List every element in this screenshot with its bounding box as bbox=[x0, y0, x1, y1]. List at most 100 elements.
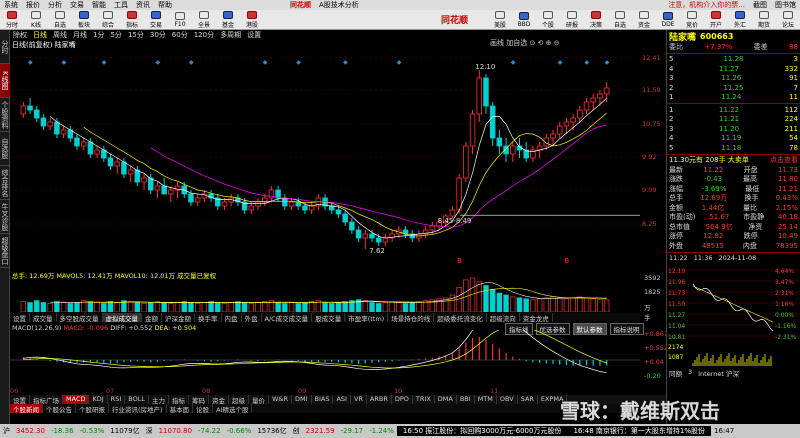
menu-item[interactable]: 工具 bbox=[110, 0, 132, 10]
toolbar-button[interactable]: 资金 bbox=[633, 10, 655, 29]
side-tab[interactable]: 自选股 bbox=[0, 132, 10, 166]
side-tab[interactable]: 超级盘口 bbox=[0, 234, 10, 268]
side-tab[interactable]: 个股资料 bbox=[0, 98, 10, 132]
event-marker-icon[interactable]: ◆ bbox=[62, 59, 67, 66]
index-quote[interactable]: 深 bbox=[143, 426, 156, 436]
indicator-tab[interactable]: 场景持仓的线 bbox=[388, 313, 435, 323]
toolbar-button[interactable]: 板块 bbox=[73, 10, 95, 29]
indicator-option[interactable]: BOLL bbox=[125, 395, 149, 404]
indicator-tab[interactable]: 股成交量 bbox=[312, 313, 346, 323]
toolbar-button[interactable]: 开户 bbox=[705, 10, 727, 29]
period-option[interactable]: 60分 bbox=[169, 30, 191, 40]
indicator-option[interactable]: SAR bbox=[518, 395, 538, 404]
event-marker-icon[interactable]: ◆ bbox=[155, 59, 160, 66]
toolbar-button[interactable]: 分时 bbox=[1, 10, 23, 29]
indicator-option[interactable]: TRIX bbox=[413, 395, 435, 404]
index-quote[interactable]: 3452.30 bbox=[13, 427, 48, 435]
event-marker-icon[interactable]: ◆ bbox=[102, 59, 107, 66]
index-quote[interactable]: 沪 bbox=[0, 426, 13, 436]
event-marker-icon[interactable]: ◆ bbox=[343, 59, 348, 66]
indicator-tab[interactable]: 虚拟成交量 bbox=[102, 313, 142, 323]
period-option[interactable]: 15分 bbox=[125, 30, 147, 40]
volume-chart[interactable] bbox=[10, 276, 640, 312]
indicator-option[interactable]: MTM bbox=[475, 395, 497, 404]
toolbar-button[interactable]: 指标 bbox=[121, 10, 143, 29]
indicator-option[interactable]: 指标 bbox=[169, 395, 189, 405]
candlestick-chart[interactable]: 12.10 7.62 8.45-8.49 B B ◆ ◆ ◆ ◆ ◆ ◆ ◆ ◆ ◆ ◆ ◆ ◆ ◆ bbox=[10, 48, 640, 264]
period-option[interactable]: 月线 bbox=[70, 30, 90, 40]
side-tab[interactable]: 牛叉诊股 bbox=[0, 200, 10, 234]
index-quote[interactable]: -0.53% bbox=[77, 427, 108, 435]
index-quote[interactable]: -1.24% bbox=[366, 427, 397, 435]
menu-item[interactable]: 分析 bbox=[44, 0, 66, 10]
news-tab[interactable]: 个股公告 bbox=[43, 404, 76, 414]
index-quote[interactable]: -29.17 bbox=[338, 427, 367, 435]
toolbar-button[interactable]: 自选 bbox=[49, 10, 71, 29]
period-option[interactable]: 日线 bbox=[30, 30, 50, 40]
toolbar-button[interactable]: 期货 bbox=[753, 10, 775, 29]
indicator-option[interactable]: BBI bbox=[457, 395, 475, 404]
indicator-option[interactable]: OBV bbox=[497, 395, 518, 404]
indicator-tab[interactable]: 超级委托流变化 bbox=[434, 313, 487, 323]
indicator-option[interactable]: 资金 bbox=[209, 395, 229, 405]
toolbar-button[interactable]: 个股 bbox=[537, 10, 559, 29]
index-quote[interactable]: -18.36 bbox=[48, 427, 77, 435]
toolbar-button[interactable]: DDE bbox=[657, 11, 679, 29]
big-order-row[interactable]: 11.30元有 208手 大卖单 点击查看 bbox=[667, 156, 800, 166]
indicator-tab[interactable]: 设置 bbox=[10, 313, 30, 323]
toolbar-button[interactable]: 外汇 bbox=[729, 10, 751, 29]
toolbar-button[interactable]: 全景 bbox=[193, 10, 215, 29]
indicator-option[interactable]: VR bbox=[351, 395, 367, 404]
side-tab[interactable]: K线图 bbox=[0, 64, 10, 98]
indicator-option[interactable]: MACD bbox=[63, 395, 90, 404]
indicator-option[interactable]: 筹码 bbox=[189, 395, 209, 405]
indicator-tab[interactable]: 外盘 bbox=[242, 313, 262, 323]
news-tab[interactable]: AI精选个股 bbox=[213, 404, 253, 414]
news-tab[interactable]: 个股研报 bbox=[76, 404, 109, 414]
indicator-option[interactable]: BIAS bbox=[312, 395, 334, 404]
indicator-tab[interactable]: 换手率 bbox=[195, 313, 222, 323]
menu-item[interactable]: 系统 bbox=[0, 0, 22, 10]
event-marker-icon[interactable]: ◆ bbox=[296, 59, 301, 66]
indicator-option[interactable]: DMA bbox=[435, 395, 457, 404]
notice-link[interactable]: 注意，机构介入你的票... bbox=[664, 0, 749, 10]
news-tab[interactable]: 个股新闻 bbox=[10, 404, 43, 414]
period-option[interactable]: 5分 bbox=[107, 30, 124, 40]
period-option[interactable]: 120分 bbox=[191, 30, 217, 40]
news-tab[interactable]: 行业资讯(房地产) bbox=[109, 404, 167, 414]
menu-item[interactable]: 帮助 bbox=[154, 0, 176, 10]
menu-right-link[interactable]: 图书馆 bbox=[771, 0, 800, 10]
news-ticker[interactable]: 16:48 南京银行：第一大股东增持1%股份 bbox=[567, 426, 711, 436]
toolbar-button[interactable]: 交易 bbox=[145, 10, 167, 29]
toolbar-button[interactable]: BBD bbox=[513, 11, 535, 29]
indicator-tab[interactable]: 超级流向 bbox=[487, 313, 520, 323]
event-marker-icon[interactable]: ◆ bbox=[397, 59, 402, 66]
event-marker-icon[interactable]: ◆ bbox=[605, 59, 610, 66]
indicator-option[interactable]: RSI bbox=[108, 395, 126, 404]
side-tab[interactable]: 分时 bbox=[0, 30, 10, 64]
event-marker-icon[interactable]: ◆ bbox=[511, 59, 516, 66]
event-marker-icon[interactable]: ◆ bbox=[585, 59, 590, 66]
period-option[interactable]: 多周期 bbox=[217, 30, 244, 40]
indicator-option[interactable]: 主力 bbox=[149, 395, 169, 405]
toolbar-button[interactable]: 美股 bbox=[489, 10, 511, 29]
menu-right-link[interactable]: 截图 bbox=[749, 0, 771, 10]
indicator-tab[interactable]: A/C成交成交量 bbox=[262, 313, 313, 323]
chart-tools[interactable]: 画线 加自选 ⊙ ⟲ ⊕ ⊖ bbox=[490, 38, 560, 48]
indicator-option[interactable]: ARBR bbox=[367, 395, 392, 404]
side-tab[interactable]: 综合排名 bbox=[0, 166, 10, 200]
news-ticker[interactable]: 16:50 振江股份：拟回购3000万元-6000万元股份 bbox=[396, 426, 568, 436]
index-quote[interactable]: 11079亿 bbox=[107, 426, 142, 436]
indicator-option[interactable]: 量价 bbox=[249, 395, 269, 405]
indicator-tab[interactable]: 成交量 bbox=[30, 313, 57, 323]
indicator-tab[interactable]: 市盈率(ttm) bbox=[345, 313, 389, 323]
indicator-option[interactable]: 设置 bbox=[10, 395, 30, 405]
event-marker-icon[interactable]: ◆ bbox=[263, 59, 268, 66]
toolbar-button[interactable]: 竞价 bbox=[681, 10, 703, 29]
macd-chart[interactable] bbox=[10, 330, 640, 386]
index-quote[interactable]: -74.22 bbox=[195, 427, 224, 435]
toolbar-button[interactable]: 港股 bbox=[241, 10, 263, 29]
indicator-tab[interactable]: 内盘 bbox=[222, 313, 242, 323]
period-option[interactable]: 除权 bbox=[10, 30, 30, 40]
toolbar-button[interactable]: 论坛 bbox=[777, 10, 799, 29]
